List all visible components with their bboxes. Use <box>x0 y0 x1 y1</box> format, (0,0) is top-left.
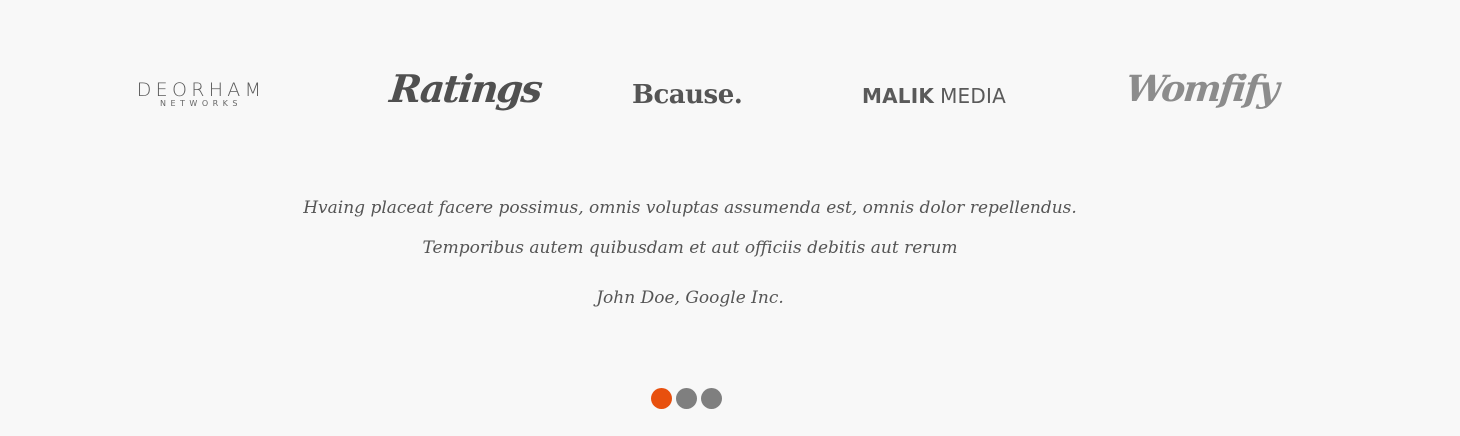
bcause-logo: Bcause. <box>632 80 743 110</box>
carousel-pagination <box>651 388 722 409</box>
carousel-dot-3[interactable] <box>701 388 722 409</box>
malik-logo-bold: MALIK <box>862 84 935 108</box>
malik-media-logo: MALIK MEDIA <box>862 84 1006 108</box>
testimonial-quote-line-2: Temporibus autem quibusdam et aut offici… <box>422 238 958 258</box>
testimonial-author: John Doe, Google Inc. <box>596 288 784 308</box>
testimonial-quote-line-1: Hvaing placeat facere possimus, omnis vo… <box>303 198 1077 218</box>
deorham-networks-logo: DEORHAM NETWORKS <box>128 80 270 109</box>
carousel-dot-2[interactable] <box>676 388 697 409</box>
ratings-logo: Ratings <box>387 66 544 111</box>
malik-logo-light: MEDIA <box>940 84 1006 108</box>
clients-testimonial-section: DEORHAM NETWORKS Ratings Bcause. MALIK ME… <box>0 0 1460 436</box>
womfify-logo: Womfify <box>1123 68 1280 110</box>
carousel-dot-1[interactable] <box>651 388 672 409</box>
deorham-logo-main: DEORHAM <box>136 79 266 101</box>
